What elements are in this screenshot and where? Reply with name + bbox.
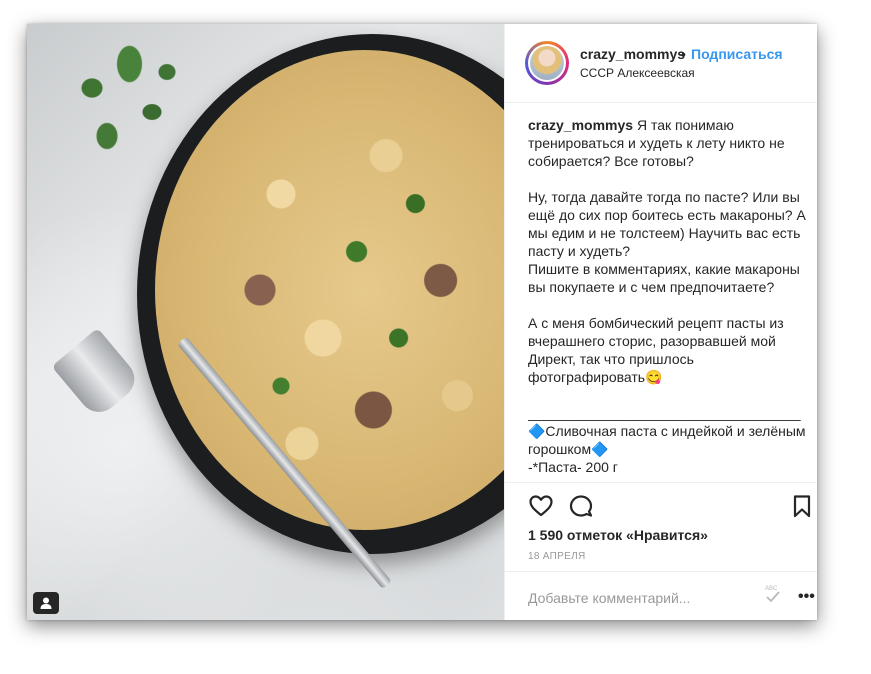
post-photo[interactable] [27,24,504,620]
heart-icon[interactable] [528,493,554,519]
location-link[interactable]: СССР Алексеевская [580,66,695,80]
caption-text: Я так понимаю тренироваться и худеть к л… [528,117,806,475]
fork-head [51,327,143,421]
post-sidebar: crazy_mommys • Подписаться СССР Алексеев… [504,24,817,620]
comment-input[interactable]: Добавьте комментарий... [528,590,690,606]
actions-section: 1 590 отметок «Нравится» 18 АПРЕЛЯ Добав… [505,482,817,619]
user-tag-icon[interactable] [33,592,59,614]
more-options-button[interactable]: ••• [798,588,815,606]
username-link[interactable]: crazy_mommys [580,46,685,62]
spellcheck-icon: ABC [763,582,783,606]
separator-dot: • [681,46,686,62]
svg-text:ABC: ABC [765,586,778,592]
comment-form: Добавьте комментарий... ABC ••• [505,571,817,620]
post-date[interactable]: 18 АПРЕЛЯ [528,551,585,562]
comment-icon[interactable] [568,493,594,519]
follow-button[interactable]: Подписаться [691,46,783,62]
avatar[interactable] [525,41,569,85]
caption-username-link[interactable]: crazy_mommys [528,117,633,133]
post-header: crazy_mommys • Подписаться СССР Алексеев… [505,24,817,103]
post-card: crazy_mommys • Подписаться СССР Алексеев… [27,24,817,620]
bookmark-icon[interactable] [789,493,815,519]
likes-count[interactable]: 1 590 отметок «Нравится» [528,527,708,543]
caption: crazy_mommys Я так понимаю тренироваться… [528,116,808,482]
